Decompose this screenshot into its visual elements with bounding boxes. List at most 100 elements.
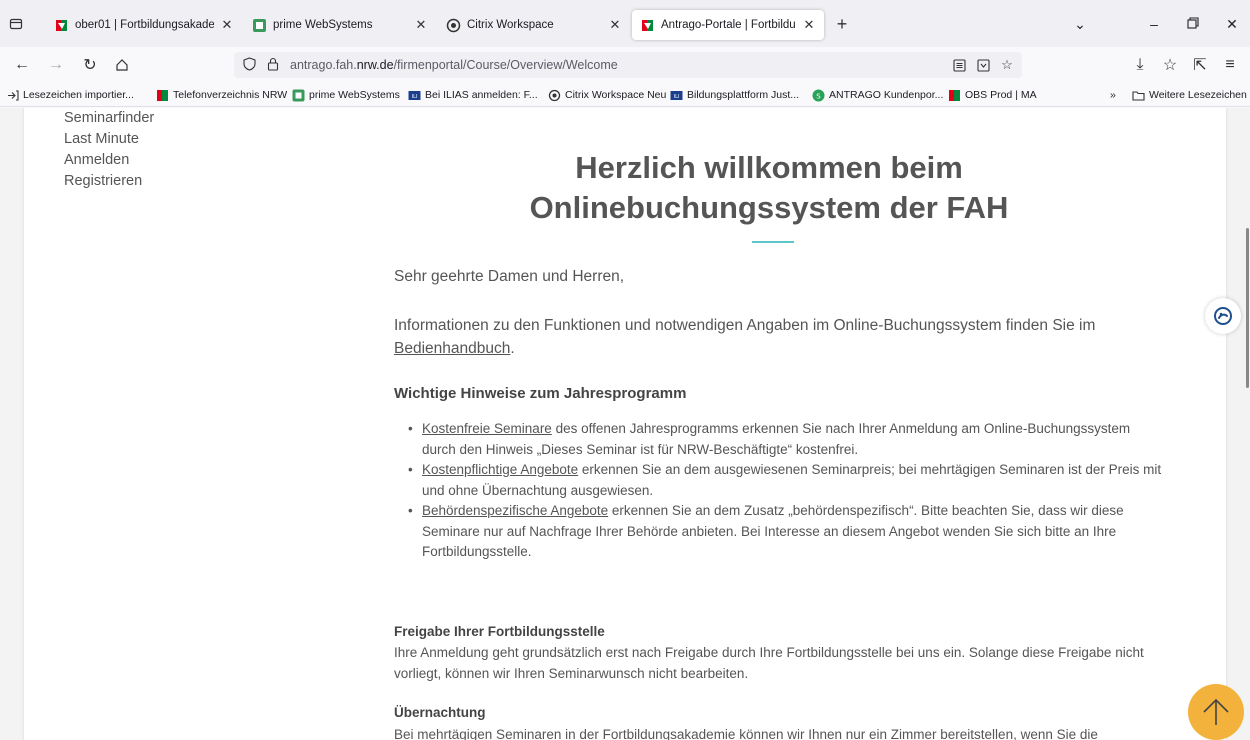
home-icon[interactable] — [110, 53, 134, 77]
freigabe-text: Ihre Anmeldung geht grundsätzlich erst n… — [394, 645, 1144, 681]
shield-icon[interactable] — [240, 56, 258, 74]
nav-registrieren[interactable]: Registrieren — [64, 171, 154, 192]
nav-last-minute[interactable]: Last Minute — [64, 129, 154, 150]
url-text: antrago.fah.nrw.de/firmenportal/Course/O… — [290, 58, 618, 72]
bookmark-label: Bei ILIAS anmelden: F... — [425, 89, 538, 101]
uebernachtung-heading: Übernachtung — [394, 705, 486, 720]
page-viewport: Seminarfinder Last Minute Anmelden Regis… — [0, 108, 1250, 740]
tab-antrago-portale[interactable]: Antrago-Portale | Fortbildungsa ✕ — [632, 10, 824, 40]
list-item: Kostenfreie Seminare des offenen Jahresp… — [408, 419, 1164, 460]
bookmarks-icon[interactable]: ☆ — [1158, 53, 1182, 77]
svg-text:ILI: ILI — [674, 94, 680, 100]
title-divider — [752, 241, 794, 243]
import-icon — [6, 89, 19, 102]
citrix-icon — [548, 89, 561, 102]
chevron-down-icon[interactable]: ⌄ — [1068, 14, 1092, 34]
close-icon[interactable]: ✕ — [802, 17, 816, 33]
tab-citrix-workspace[interactable]: Citrix Workspace ✕ — [438, 10, 630, 40]
side-navigation: Seminarfinder Last Minute Anmelden Regis… — [64, 108, 154, 192]
bookmark-label: Weitere Lesezeichen — [1149, 89, 1247, 101]
menu-icon[interactable]: ≡ — [1218, 53, 1242, 77]
pocket-icon[interactable] — [974, 56, 992, 74]
nrw-favicon-icon — [642, 19, 653, 31]
tab-title: Antrago-Portale | Fortbildungsa — [661, 19, 796, 31]
bookmark-label: prime WebSystems — [309, 89, 400, 101]
close-icon[interactable]: ✕ — [608, 17, 622, 33]
bookmark-citrix[interactable]: Citrix Workspace Neu — [548, 86, 666, 104]
bookmark-label: ANTRAGO Kundenpor... — [829, 89, 944, 101]
chat-assistant-icon[interactable] — [1205, 298, 1241, 334]
nrw-icon — [948, 89, 961, 102]
bookmark-label: Telefonverzeichnis NRW — [173, 89, 288, 101]
page-container: Seminarfinder Last Minute Anmelden Regis… — [24, 108, 1226, 740]
list-item: Behördenspezifische Angebote erkennen Si… — [408, 501, 1164, 563]
scroll-to-top-button[interactable] — [1188, 684, 1244, 740]
bookmark-import[interactable]: Lesezeichen importier... — [6, 86, 134, 104]
kostenfreie-seminare-link[interactable]: Kostenfreie Seminare — [422, 421, 552, 436]
close-icon[interactable]: ✕ — [414, 17, 428, 33]
bedienhandbuch-link[interactable]: Bedienhandbuch — [394, 340, 510, 357]
antrago-icon: S — [812, 89, 825, 102]
bookmark-bildungsplattform[interactable]: ILI Bildungsplattform Just... — [670, 86, 799, 104]
prime-icon — [292, 89, 305, 102]
bookmark-obs-prod[interactable]: OBS Prod | MA — [948, 86, 1037, 104]
uebernachtung-text: Bei mehrtägigen Seminaren in der Fortbil… — [394, 727, 1098, 740]
close-icon[interactable]: ✕ — [220, 17, 234, 33]
bookmarks-bar: Lesezeichen importier... Telefonverzeich… — [0, 83, 1250, 107]
list-item: Kostenpflichtige Angebote erkennen Sie a… — [408, 460, 1164, 501]
hinweise-heading: Wichtige Hinweise zum Jahresprogramm — [394, 385, 687, 402]
svg-text:ILI: ILI — [412, 94, 418, 100]
info-paragraph: Informationen zu den Funktionen und notw… — [394, 314, 1164, 360]
page-title-line-1: Herzlich willkommen beim — [575, 150, 963, 185]
forward-icon[interactable]: → — [44, 53, 68, 77]
tab-overview-icon[interactable] — [4, 12, 28, 36]
tab-prime-websystems[interactable]: prime WebSystems ✕ — [244, 10, 436, 40]
folder-icon — [1132, 89, 1145, 102]
bookmark-telefonverzeichnis[interactable]: Telefonverzeichnis NRW — [156, 86, 287, 104]
bookmark-label: Bildungsplattform Just... — [687, 89, 800, 101]
back-icon[interactable]: ← — [10, 53, 34, 77]
star-icon[interactable]: ☆ — [998, 56, 1016, 74]
prime-favicon-icon — [253, 18, 266, 32]
minimize-icon[interactable]: – — [1142, 14, 1166, 34]
greeting: Sehr geehrte Damen und Herren, — [394, 268, 625, 285]
bookmark-prime-websystems[interactable]: prime WebSystems — [292, 86, 400, 104]
window-close-icon[interactable]: ✕ — [1220, 14, 1244, 34]
bookmark-label: Citrix Workspace Neu — [565, 89, 667, 101]
tab-title: ober01 | Fortbildungsakademie — [75, 19, 214, 31]
ilias-icon: ILI — [670, 89, 683, 102]
reader-view-icon[interactable] — [950, 56, 968, 74]
bookmark-label: Lesezeichen importier... — [23, 89, 134, 101]
page-title: Herzlich willkommen beim Onlinebuchungss… — [394, 148, 1144, 228]
bookmark-antrago[interactable]: S ANTRAGO Kundenpor... — [812, 86, 943, 104]
tab-strip: ober01 | Fortbildungsakademie ✕ prime We… — [0, 0, 1250, 47]
info-end: . — [510, 340, 515, 357]
tab-ober01[interactable]: ober01 | Fortbildungsakademie ✕ — [46, 10, 242, 40]
arrow-up-icon — [1203, 698, 1229, 725]
lock-icon[interactable] — [264, 57, 282, 74]
bookmark-ilias[interactable]: ILI Bei ILIAS anmelden: F... — [408, 86, 538, 104]
restore-icon[interactable] — [1181, 14, 1205, 34]
url-bar[interactable]: antrago.fah.nrw.de/firmenportal/Course/O… — [234, 52, 1022, 78]
page-title-line-2: Onlinebuchungssystem der FAH — [529, 190, 1009, 225]
downloads-icon[interactable]: ⤓ — [1128, 53, 1152, 77]
hinweise-list: Kostenfreie Seminare des offenen Jahresp… — [394, 419, 1164, 563]
ilias-icon: ILI — [408, 89, 421, 102]
svg-text:S: S — [816, 92, 821, 100]
reload-icon[interactable]: ↻ — [78, 53, 102, 77]
bookmark-folder-more[interactable]: Weitere Lesezeichen — [1132, 86, 1247, 104]
scrollbar-thumb[interactable] — [1246, 228, 1249, 388]
nav-anmelden[interactable]: Anmelden — [64, 150, 154, 171]
tab-title: prime WebSystems — [273, 19, 373, 31]
new-tab-icon[interactable]: + — [832, 14, 852, 34]
citrix-favicon-icon — [446, 18, 461, 32]
nrw-favicon-icon — [56, 19, 67, 31]
nrw-icon — [156, 89, 169, 102]
behoerdenspezifische-angebote-link[interactable]: Behördenspezifische Angebote — [422, 503, 608, 518]
share-icon[interactable]: ⇱ — [1188, 53, 1212, 77]
bookmarks-overflow-icon[interactable]: » — [1110, 86, 1116, 104]
tab-title: Citrix Workspace — [467, 19, 554, 31]
nav-seminarfinder[interactable]: Seminarfinder — [64, 108, 154, 129]
kostenpflichtige-angebote-link[interactable]: Kostenpflichtige Angebote — [422, 462, 578, 477]
scrollbar[interactable] — [1244, 108, 1250, 740]
